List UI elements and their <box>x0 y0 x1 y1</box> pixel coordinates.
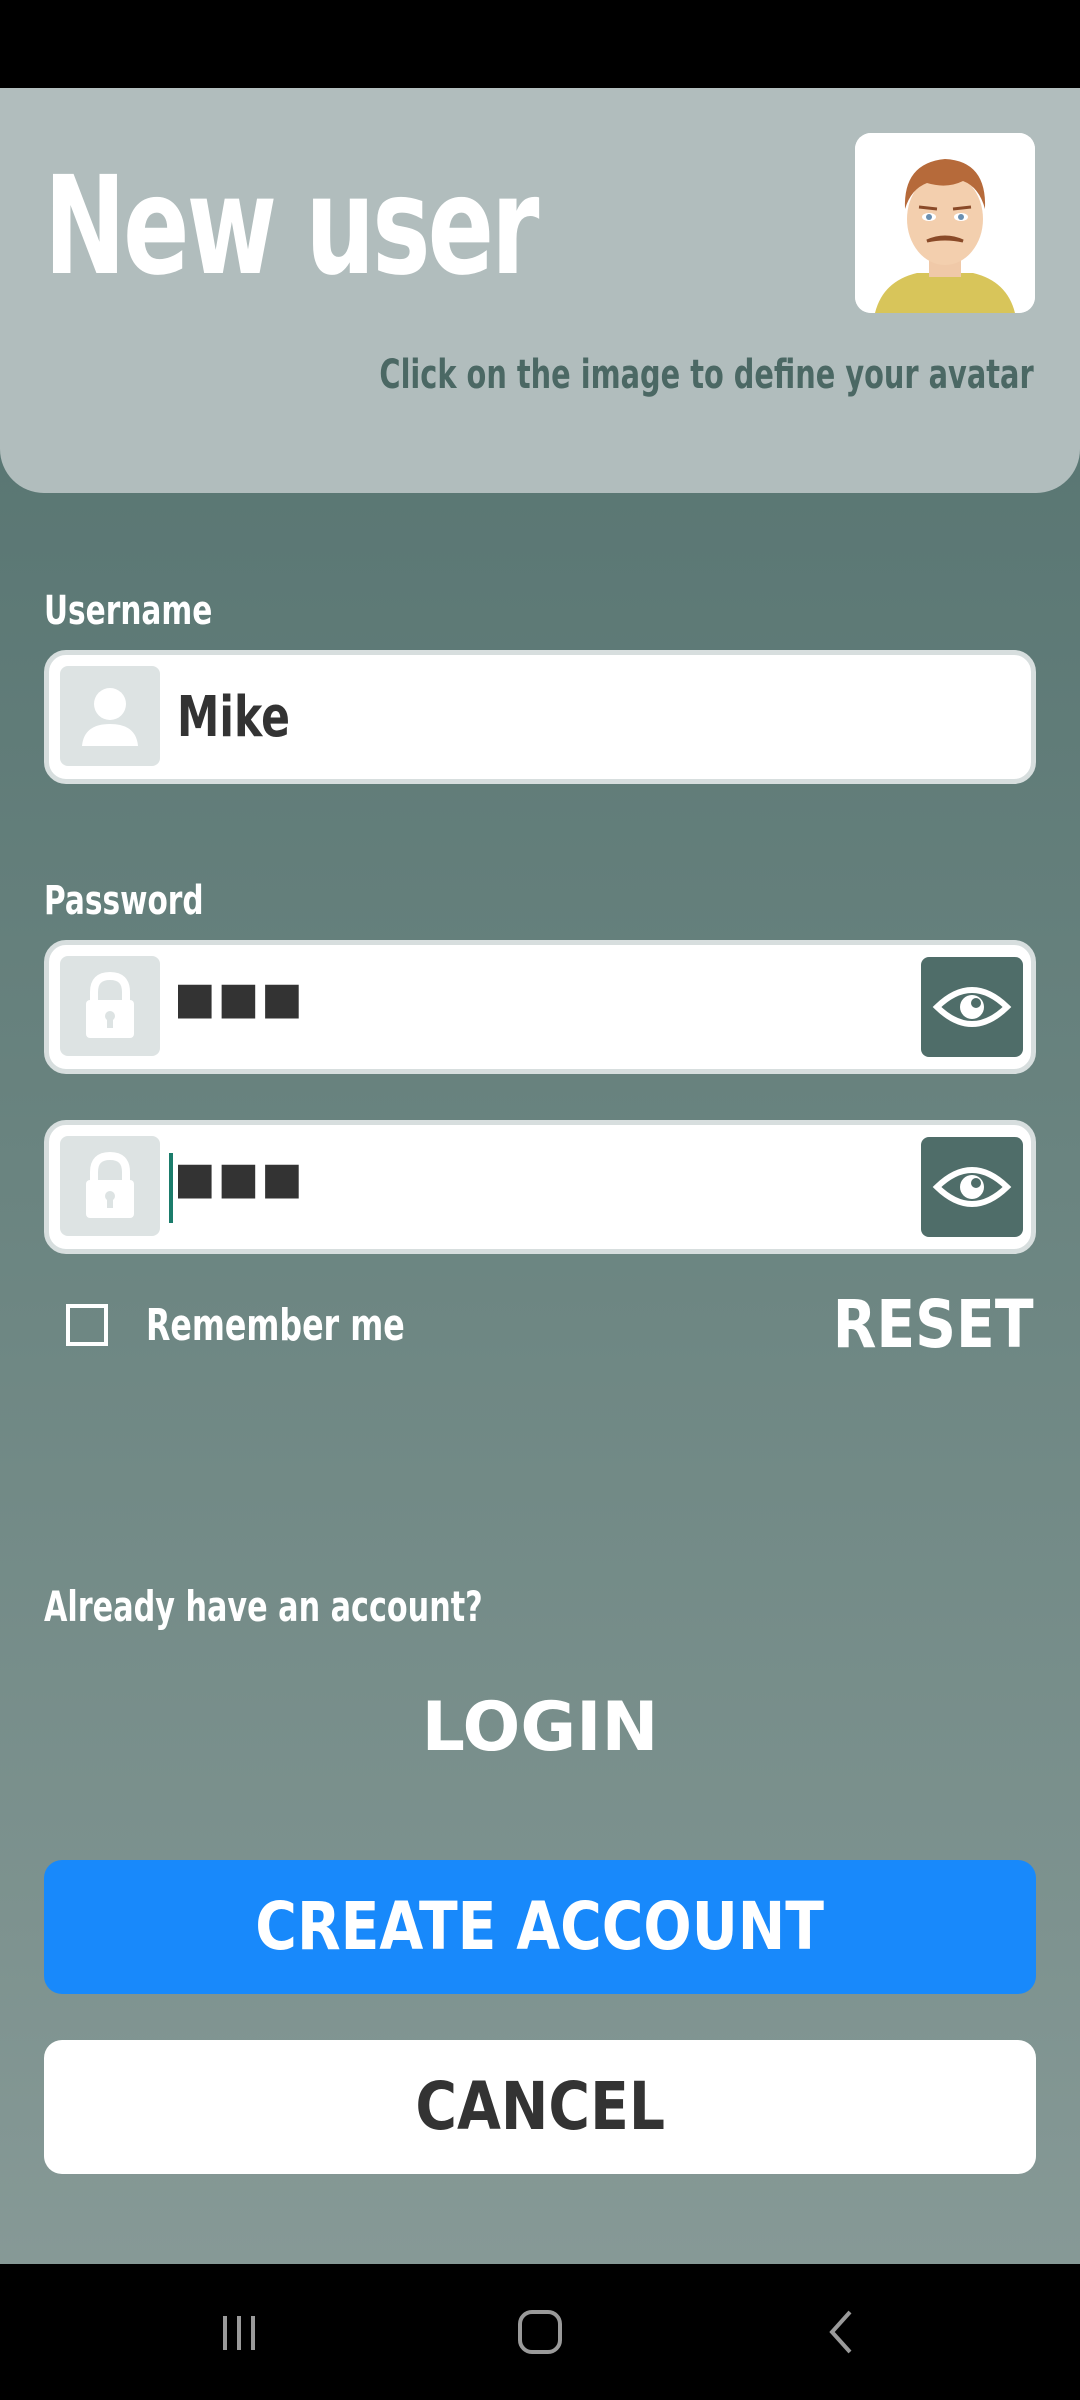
eye-icon <box>932 1167 1012 1207</box>
reset-button[interactable]: RESET <box>833 1286 1034 1363</box>
lock-icon <box>60 1136 160 1236</box>
back-icon <box>829 2310 852 2354</box>
password-value: ■■■ <box>174 973 305 1024</box>
remember-me-label: Remember me <box>146 1300 405 1351</box>
page-title: New user <box>44 148 539 306</box>
show-confirm-password-button[interactable] <box>921 1137 1023 1237</box>
password-field[interactable]: ■■■ <box>44 940 1036 1074</box>
remember-me-checkbox[interactable] <box>66 1304 108 1346</box>
lock-icon <box>60 956 160 1056</box>
create-account-label: CREATE ACCOUNT <box>255 1888 825 1965</box>
password-label: Password <box>44 878 204 924</box>
cancel-label: CANCEL <box>415 2068 665 2145</box>
recent-apps-icon <box>223 2316 255 2350</box>
cancel-button[interactable]: CANCEL <box>44 2040 1036 2174</box>
avatar-hint: Click on the image to define your avatar <box>379 352 1034 398</box>
create-account-button[interactable]: CREATE ACCOUNT <box>44 1860 1036 1994</box>
recent-apps-button[interactable] <box>209 2302 269 2362</box>
avatar-button[interactable] <box>855 133 1035 313</box>
username-field[interactable]: Mike <box>44 650 1036 784</box>
system-nav-bar <box>0 2264 1080 2400</box>
home-button[interactable] <box>510 2302 570 2362</box>
back-button[interactable] <box>812 2302 872 2362</box>
user-silhouette-icon <box>60 666 160 766</box>
already-have-account-text: Already have an account? <box>44 1582 483 1631</box>
new-user-screen: New user Click on the image to define yo… <box>0 88 1080 2264</box>
username-value: Mike <box>177 685 290 750</box>
header-panel: New user Click on the image to define yo… <box>0 88 1080 493</box>
status-bar <box>0 0 1080 88</box>
text-cursor <box>169 1153 173 1223</box>
home-icon <box>518 2310 562 2354</box>
confirm-password-value: ■■■ <box>174 1153 305 1204</box>
avatar-image <box>855 133 1035 313</box>
login-button[interactable]: LOGIN <box>0 1688 1080 1767</box>
confirm-password-field[interactable]: ■■■ <box>44 1120 1036 1254</box>
eye-icon <box>932 987 1012 1027</box>
show-password-button[interactable] <box>921 957 1023 1057</box>
username-label: Username <box>44 588 213 634</box>
